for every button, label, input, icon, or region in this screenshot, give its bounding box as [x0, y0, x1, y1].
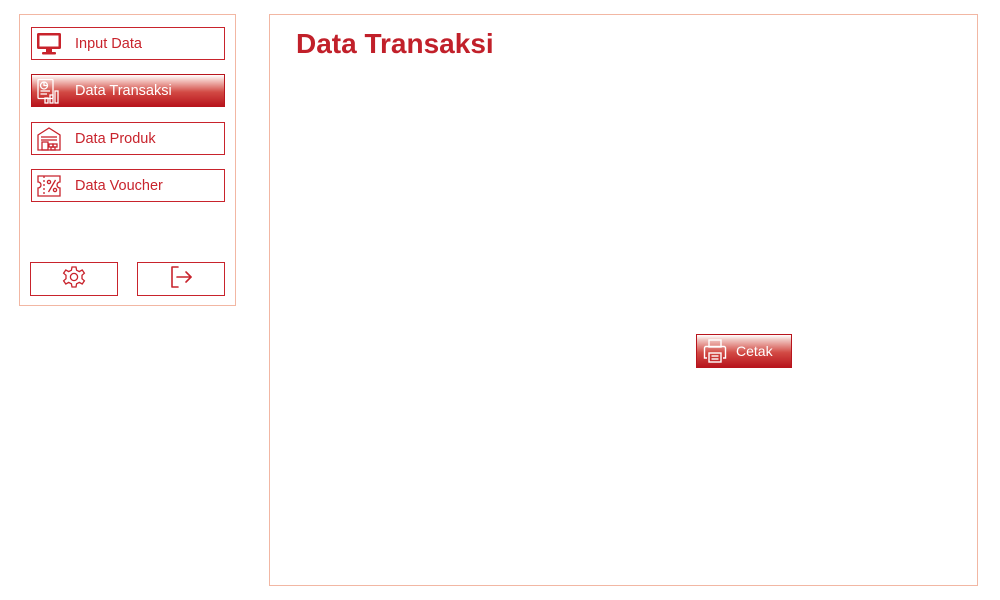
logout-icon [168, 264, 194, 295]
sidebar-item-input-data[interactable]: Input Data [31, 27, 225, 60]
report-chart-icon [36, 78, 62, 104]
sidebar-item-label: Input Data [75, 35, 142, 52]
sidebar-item-data-transaksi[interactable]: Data Transaksi [31, 74, 225, 107]
main-panel: Data Transaksi Cetak [269, 14, 978, 586]
sidebar: Input Data Data Transaksi Data Produk Da… [19, 14, 236, 306]
gear-icon [61, 264, 87, 295]
voucher-icon [36, 173, 62, 199]
sidebar-item-label: Data Voucher [75, 177, 163, 194]
warehouse-icon [36, 126, 62, 152]
page-title: Data Transaksi [296, 28, 494, 59]
sidebar-item-label: Data Produk [75, 130, 156, 147]
sidebar-item-label: Data Transaksi [75, 82, 172, 99]
sidebar-item-data-produk[interactable]: Data Produk [31, 122, 225, 155]
print-button-label: Cetak [736, 343, 773, 359]
print-button[interactable]: Cetak [696, 334, 792, 368]
settings-button[interactable] [30, 262, 118, 296]
sidebar-item-data-voucher[interactable]: Data Voucher [31, 169, 225, 202]
logout-button[interactable] [137, 262, 225, 296]
monitor-icon [36, 31, 62, 57]
printer-icon [702, 338, 728, 364]
